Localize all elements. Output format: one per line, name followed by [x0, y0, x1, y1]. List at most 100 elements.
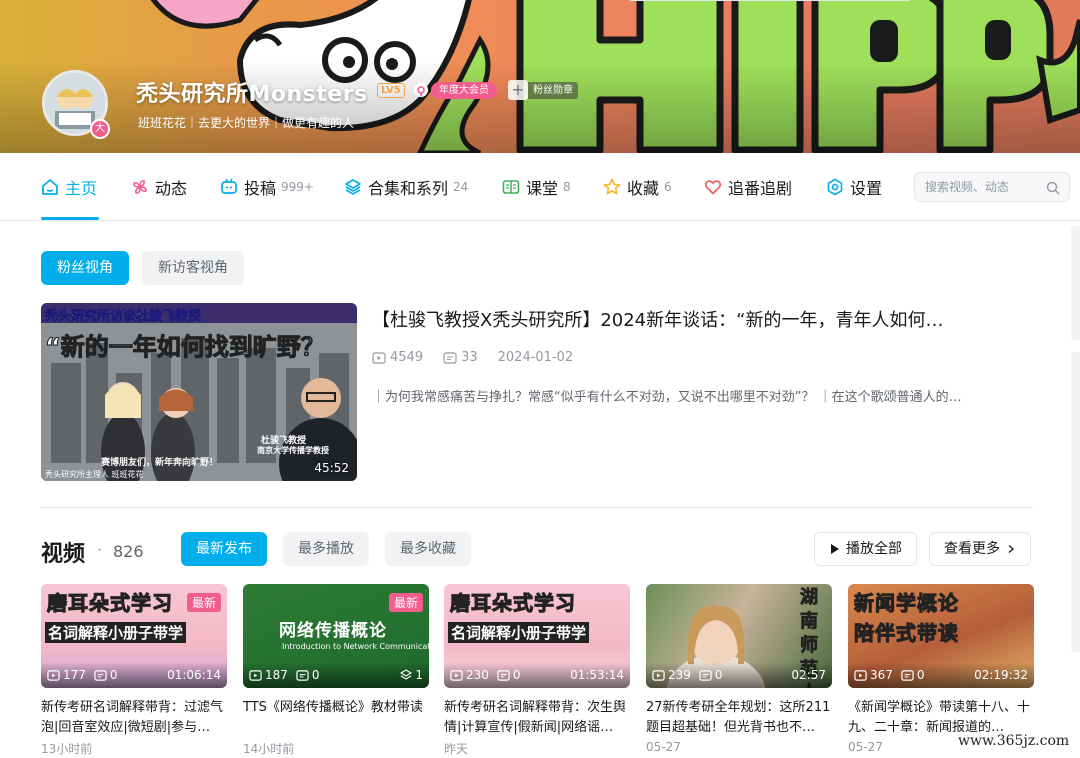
sort-most-played-button[interactable]: 最多播放: [283, 532, 369, 566]
featured-video-title[interactable]: 【杜骏飞教授X秃头研究所】2024新年谈话：“新的一年，青年人如何…: [372, 306, 1032, 332]
username: 秃头研究所Monsters: [136, 82, 368, 107]
video-date: 昨天: [444, 742, 469, 756]
thumb-subcaption: 名词解释小册子带学: [448, 622, 590, 643]
search-icon[interactable]: [1046, 180, 1060, 195]
video-thumbnail[interactable]: 新闻学概论 陪伴式带读 367 0 02:19:32: [848, 584, 1034, 688]
pin-icon: [414, 83, 428, 97]
tab-settings[interactable]: 设置: [826, 175, 882, 199]
play-triangle-icon: [831, 544, 839, 554]
tab-uploads[interactable]: 投稿 999+: [220, 175, 314, 199]
video-stats: 239 0 02:57: [646, 662, 832, 688]
play-icon: [249, 669, 262, 681]
video-card[interactable]: 湖南师范大学 239 0 02:57 27新传考研全年规划：这所211题目超基础…: [646, 584, 832, 754]
side-widget: [1071, 352, 1080, 652]
thumb-footer: 秃头研究所主理人 班班花花: [45, 470, 144, 479]
thumb-subcaption: Introduction to Network Communication: [282, 642, 429, 651]
video-date: 05-27: [646, 740, 681, 754]
danmaku-icon: [94, 669, 107, 681]
play-count: 4549: [372, 350, 423, 365]
fan-view-button[interactable]: 粉丝视角: [41, 251, 129, 285]
video-duration: 02:19:32: [974, 668, 1028, 682]
video-thumbnail[interactable]: 网络传播概论 Introduction to Network Communica…: [243, 584, 429, 688]
thumb-caption: 新闻学概论: [854, 591, 959, 616]
video-duration: 45:52: [314, 461, 349, 475]
plus-icon[interactable]: +: [508, 80, 528, 100]
layers-icon: [400, 669, 413, 680]
videos-section-title: 视频: [41, 542, 86, 567]
video-card[interactable]: 网络传播概论 Introduction to Network Communica…: [243, 584, 429, 757]
gear-icon: [826, 178, 844, 196]
video-thumbnail[interactable]: 磨耳朵式学习 名词解释小册子带学 230 0 01:53:14: [444, 584, 630, 688]
play-count-value: 177: [63, 668, 86, 682]
tab-favorites-label: 收藏: [627, 179, 660, 198]
tab-favorites[interactable]: 收藏 6: [603, 175, 672, 199]
comment-count: 33: [443, 350, 478, 365]
video-thumbnail[interactable]: 湖南师范大学 239 0 02:57: [646, 584, 832, 688]
video-title[interactable]: 27新传考研全年规划：这所211题目超基础！但光背书也不…: [646, 698, 832, 738]
danmaku-icon: [497, 669, 510, 681]
video-duration: 02:57: [791, 668, 826, 682]
tab-home[interactable]: 主页: [41, 175, 97, 199]
tab-uploads-count: 999+: [281, 180, 314, 194]
tab-collections[interactable]: 合集和系列 24: [344, 175, 468, 199]
video-title[interactable]: 新传考研名词解释带背：次生舆情|计算宣传|假新闻|网络谣…: [444, 698, 630, 738]
tab-settings-label: 设置: [850, 179, 883, 198]
comment-count-value: 0: [714, 668, 723, 682]
level-badge[interactable]: LV5: [377, 83, 405, 98]
tab-collections-count: 24: [453, 180, 469, 194]
sort-latest-button[interactable]: 最新发布: [181, 532, 267, 566]
fan-medal-button[interactable]: 粉丝勋章: [528, 82, 578, 99]
search-input[interactable]: [925, 173, 1045, 201]
home-icon: [41, 178, 59, 196]
part-count: 1: [415, 668, 423, 682]
thumb-subcaption: 陪伴式带读: [854, 621, 959, 646]
video-duration: 01:53:14: [570, 668, 624, 682]
watermark: www.365jz.com: [954, 733, 1074, 749]
video-thumbnail[interactable]: 磨耳朵式学习 名词解释小册子带学 最新 177 0 01:06:14: [41, 584, 227, 688]
video-card[interactable]: 磨耳朵式学习 名词解释小册子带学 230 0 01:53:14 新传考研名词解释…: [444, 584, 630, 757]
side-widget: [1071, 226, 1080, 340]
play-all-button[interactable]: 播放全部: [814, 532, 917, 566]
tab-bangumi-label: 追番追剧: [728, 179, 793, 198]
danmaku-icon: [296, 669, 309, 681]
video-title[interactable]: TTS《网络传播概论》教材带读: [243, 698, 429, 738]
video-stats: 367 0 02:19:32: [848, 662, 1034, 688]
book-icon: [502, 178, 520, 196]
comment-count-value: 33: [461, 350, 478, 365]
video-duration: 01:06:14: [167, 668, 221, 682]
tab-dynamic[interactable]: 动态: [131, 175, 187, 199]
see-more-button[interactable]: 查看更多: [929, 532, 1031, 566]
publish-date: 2024-01-02: [497, 350, 574, 365]
video-card[interactable]: 磨耳朵式学习 名词解释小册子带学 最新 177 0 01:06:14 新传考研名…: [41, 584, 227, 757]
visitor-view-button[interactable]: 新访客视角: [142, 251, 244, 285]
play-count-value: 187: [265, 668, 288, 682]
active-tab-indicator: [41, 217, 99, 220]
vip-badge: 大: [90, 119, 110, 139]
star-icon: [603, 178, 621, 196]
heart-icon: [704, 178, 722, 196]
comment-count-value: 0: [512, 668, 521, 682]
featured-video-thumbnail[interactable]: 秃头研究所访谈杜骏飞教授 “新的一年如何找到旷野？ 赛博朋友们，新年奔向旷野！ …: [41, 303, 357, 481]
thumb-caption-main: “新的一年如何找到旷野？: [45, 333, 326, 362]
annual-vip-badge[interactable]: 年度大会员: [431, 82, 497, 99]
separator-dot: ·: [97, 540, 103, 559]
sort-most-favorited-button[interactable]: 最多收藏: [385, 532, 471, 566]
tab-bangumi[interactable]: 追番追剧: [704, 175, 792, 199]
pinwheel-icon: [131, 178, 149, 196]
play-all-label: 播放全部: [846, 541, 902, 557]
thumb-guest-role: 南京大学传播学教授: [257, 446, 329, 455]
video-title[interactable]: 新传考研名词解释带背：过滤气泡|回音室效应|微短剧|参与…: [41, 698, 227, 738]
tab-classroom[interactable]: 课堂 8: [502, 175, 571, 199]
play-icon: [652, 669, 665, 681]
see-more-label: 查看更多: [944, 541, 1000, 557]
tab-favorites-count: 6: [664, 180, 672, 194]
play-icon: [450, 669, 463, 681]
comment-count-value: 0: [109, 668, 118, 682]
thumb-caption: 磨耳朵式学习: [47, 591, 173, 616]
video-card[interactable]: 新闻学概论 陪伴式带读 367 0 02:19:32 《新闻学概论》带读第十八、…: [848, 584, 1034, 754]
tv-icon: [220, 178, 238, 196]
thumb-caption: 磨耳朵式学习: [450, 591, 576, 616]
video-stats: 187 0 1: [243, 662, 429, 688]
thumb-subcaption: 名词解释小册子带学: [45, 622, 187, 643]
video-title[interactable]: 《新闻学概论》带读第十八、十九、二十章：新闻报道的…: [848, 698, 1034, 738]
